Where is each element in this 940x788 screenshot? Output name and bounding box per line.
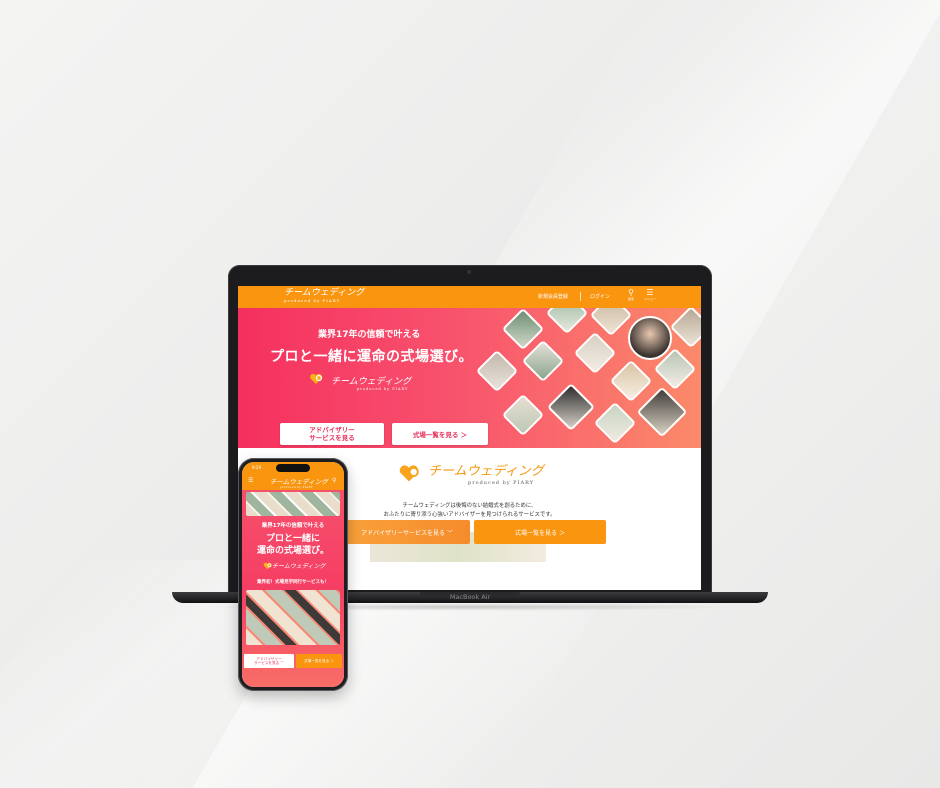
intro-logo-text: チームウェディング: [428, 464, 544, 479]
heart-ring-icon: [263, 562, 272, 570]
heart-ring-icon: [310, 373, 323, 384]
wedding-photo: [475, 349, 519, 393]
phone-screen: 9:29 ☰ チームウェディング produced by PIARY ⚲ 業界1…: [242, 462, 344, 687]
search-label: 検索: [628, 297, 635, 301]
hero-subtitle: 業界17年の信頼で叶える: [318, 330, 421, 340]
hero-logo: チームウェディング produced by PIARY: [310, 373, 412, 391]
phone-hero-title-line: 運命の式場選び。: [256, 546, 329, 556]
register-link[interactable]: 新規会員登録: [538, 293, 568, 300]
site-header: チームウェディング produced by PIARY 新規会員登録 ログイン …: [238, 286, 701, 308]
wedding-photo: [501, 393, 545, 437]
phone-hero: 業界17年の信頼で叶える プロと一緒に 運命の式場選び。 チームウェディング 業…: [242, 490, 344, 687]
intro-venues-button[interactable]: 式場一覧を見る ＞: [474, 520, 606, 544]
intro-logo: チームウェディング produced by PIARY: [428, 460, 544, 486]
phone-hero-subtitle: 業界17年の信頼で叶える: [261, 523, 325, 529]
hero-logo-text: チームウェディング: [331, 377, 412, 387]
phone-header: ☰ チームウェディング produced by PIARY ⚲: [242, 474, 344, 490]
status-time: 9:29: [252, 465, 261, 470]
intro-advisor-button[interactable]: アドバイザリーサービスを見る ﹀: [344, 520, 470, 544]
wedding-photo: [669, 308, 701, 349]
wedding-photo: [521, 339, 565, 383]
nav-divider: [580, 292, 581, 301]
phone-advisor-button[interactable]: アドバイザリー サービスを見る ﹀: [244, 654, 294, 668]
hamburger-icon: ☰: [646, 288, 654, 297]
search-icon[interactable]: ⚲: [332, 477, 336, 484]
site-logo[interactable]: チームウェディング produced by PIARY: [284, 288, 364, 303]
wedding-photo: [573, 331, 617, 375]
intro-logo-sub: produced by PIARY: [468, 480, 535, 486]
phone-hero-logo: チームウェディング: [272, 563, 326, 570]
phone-logo-sub: produced by PIARY: [280, 486, 314, 489]
hero-section: 業界17年の信頼で叶える プロと一緒に運命の式場選び。 チームウェディング pr…: [238, 308, 701, 448]
dynamic-island: [276, 464, 310, 472]
wedding-photo: [545, 308, 589, 335]
wedding-photo: [593, 401, 637, 445]
wedding-photo: [636, 386, 688, 438]
venue-list-button[interactable]: 式場一覧を見る ＞: [392, 423, 488, 445]
advisor-portrait: [628, 316, 672, 360]
search-icon: ⚲: [628, 288, 634, 297]
phone-device: 9:29 ☰ チームウェディング produced by PIARY ⚲ 業界1…: [238, 458, 348, 691]
phone-logo[interactable]: チームウェディング produced by PIARY: [270, 476, 328, 489]
phone-hero-tagline: 業界初！式場見学同行サービスも！: [257, 580, 329, 585]
laptop-camera: [467, 270, 471, 274]
phone-venues-button[interactable]: 式場一覧を見る ＞: [296, 654, 342, 668]
search-button[interactable]: ⚲ 検索: [628, 288, 635, 302]
wedding-photo: [589, 308, 633, 337]
wedding-photo: [546, 382, 596, 432]
menu-label: メニュー: [644, 297, 657, 301]
hero-logo-sub: produced by PIARY: [357, 387, 409, 391]
phone-photo-collage-bottom: [246, 590, 340, 645]
phone-logo-text: チームウェディング: [270, 478, 328, 486]
phone-status-bar: 9:29: [242, 462, 344, 474]
heart-ring-icon: [399, 465, 419, 482]
photo-collage: [475, 308, 701, 448]
hero-title: プロと一緒に運命の式場選び。: [270, 349, 473, 365]
wedding-photo: [609, 359, 653, 403]
site-logo-text: チームウェディング: [284, 288, 365, 298]
site-logo-sub: produced by PIARY: [284, 298, 341, 303]
phone-photo-collage-top: [246, 492, 340, 516]
login-link[interactable]: ログイン: [590, 293, 610, 300]
hamburger-icon[interactable]: ☰: [248, 477, 253, 484]
menu-button[interactable]: ☰ メニュー: [644, 288, 657, 302]
advisor-service-button[interactable]: アドバイザリー サービスを見る: [280, 423, 384, 445]
